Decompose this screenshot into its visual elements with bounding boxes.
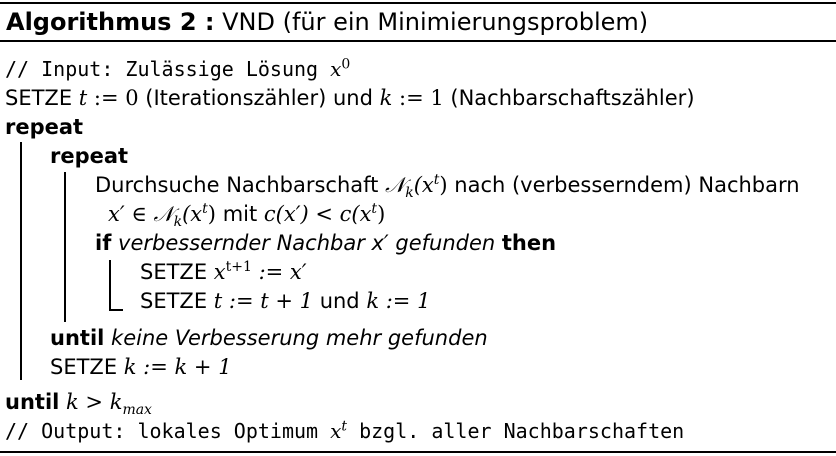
cond-xt: (x <box>182 202 203 226</box>
setze-x-var: x <box>213 260 226 284</box>
if-bar <box>109 260 111 310</box>
var-t: t <box>78 86 88 110</box>
until-inner: until keine Verbesserung mehr gefunden <box>50 325 488 351</box>
cond-k: k <box>173 214 183 231</box>
output-x: x <box>330 419 342 443</box>
algorithm-name: VND (für ein Minimierungsproblem) <box>222 8 649 36</box>
neighborhood-symbol: 𝒩 <box>385 173 406 197</box>
cond-x: x′ ∈ 𝒩 <box>108 202 174 226</box>
input-var: x <box>330 57 342 81</box>
top-rule <box>0 2 836 4</box>
assign-zero: := 0 <box>87 86 146 110</box>
setze-k-expr: k := 1 <box>366 289 431 313</box>
iteration-counter-text: (Iterationszähler) und <box>145 86 373 110</box>
setze-x-assign: := x′ <box>251 260 307 284</box>
if-keyword: if <box>95 231 112 255</box>
und-text: und <box>319 289 360 313</box>
setze-x: SETZE xt+1 := x′ <box>140 259 307 285</box>
inner-loop-bar <box>64 172 66 322</box>
setze-init: SETZE t := 0 (Iterationszähler) und k :=… <box>5 85 695 111</box>
input-sup: 0 <box>341 56 351 73</box>
repeat-inner: repeat <box>50 144 129 168</box>
outer-loop-bar <box>20 142 22 380</box>
search-line: Durchsuche Nachbarschaft 𝒩k(xt) nach (ve… <box>95 172 800 202</box>
output-sup: t <box>341 418 348 435</box>
setze-keyword: SETZE <box>140 260 208 284</box>
cond-close: ) <box>207 202 216 226</box>
condition-line: x′ ∈ 𝒩k(xt) mit c(x′) < c(xt) <box>108 201 386 231</box>
until-inner-condition: keine Verbesserung mehr gefunden <box>111 326 488 350</box>
if-line: if verbessernder Nachbar x′ gefunden the… <box>95 230 556 256</box>
neighborhood-counter-text: (Nachbarschaftszähler) <box>450 86 695 110</box>
setze-keyword: SETZE <box>5 86 73 110</box>
title-rule <box>0 40 836 42</box>
output-comment-text: // Output: lokales Optimum <box>5 419 319 443</box>
setze-t-k: SETZE t := t + 1 und k := 1 <box>140 288 430 314</box>
setze-keyword: SETZE <box>140 289 208 313</box>
search-text-2: nach (verbesserndem) Nachbarn <box>454 173 800 197</box>
algorithm-label: Algorithmus 2 : <box>6 8 215 36</box>
then-keyword: then <box>501 231 557 255</box>
cond-mit: mit <box>222 202 258 226</box>
repeat-outer: repeat <box>5 115 84 139</box>
input-comment-text: // Input: Zulässige Lösung <box>5 57 319 81</box>
cond-close-2: ) <box>377 202 386 226</box>
output-text: bzgl. aller Nachbarschaften <box>359 419 685 443</box>
until-outer-condition: k > k <box>66 390 123 414</box>
setze-t-expr: t := t + 1 <box>213 289 313 313</box>
output-comment: // Output: lokales Optimum xt bzgl. alle… <box>5 418 684 444</box>
if-bar-end <box>109 309 123 311</box>
var-k: k <box>379 86 393 110</box>
assign-one: := 1 <box>392 86 451 110</box>
kmax-subscript: max <box>122 402 152 419</box>
setze-k-increment: SETZE k := k + 1 <box>50 354 232 380</box>
search-x: (x <box>413 173 434 197</box>
cond-expr: c(x′) < c(x <box>263 202 372 226</box>
search-text: Durchsuche Nachbarschaft <box>95 173 379 197</box>
until-keyword: until <box>5 390 60 414</box>
until-outer: until k > kmax <box>5 389 152 419</box>
until-keyword: until <box>50 326 105 350</box>
bottom-rule <box>0 451 836 453</box>
neighborhood-index: k <box>405 185 414 202</box>
setze-k-inc-expr: k := k + 1 <box>123 355 232 379</box>
input-comment: // Input: Zulässige Lösung x0 <box>5 56 350 82</box>
if-condition: verbessernder Nachbar x′ gefunden <box>118 231 496 255</box>
setze-keyword: SETZE <box>50 355 118 379</box>
algorithm-title: Algorithmus 2 : VND (für ein Minimierung… <box>6 7 648 37</box>
search-close: ) <box>439 173 448 197</box>
setze-x-sup: t+1 <box>225 259 252 275</box>
